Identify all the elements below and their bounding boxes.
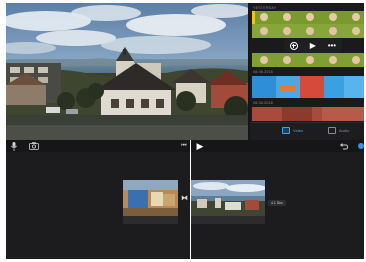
clip-thumbnails <box>252 11 364 24</box>
settings-dot-icon[interactable] <box>358 143 364 149</box>
timeline-clip-2[interactable] <box>191 180 265 216</box>
clip-strip-4[interactable] <box>252 76 364 98</box>
more-button[interactable]: ••• <box>328 41 336 50</box>
section-label-date-1: 08.06.2016 <box>253 70 273 74</box>
undo-icon[interactable] <box>339 140 349 152</box>
section-label-date-2: 08.06.2016 <box>253 101 273 105</box>
clip-strip-3[interactable] <box>252 53 364 67</box>
timeline-clip-1[interactable] <box>123 180 178 216</box>
film-icon <box>282 127 290 134</box>
media-browser: YESTERDAY ▶ ••• 08.06.2016 08.06.2016 Vi… <box>250 3 364 140</box>
skip-back-button[interactable]: ⏮ <box>179 140 189 152</box>
clip-thumbnails <box>252 76 364 98</box>
imovie-window: YESTERDAY ▶ ••• 08.06.2016 08.06.2016 Vi… <box>6 3 364 259</box>
viewer-frame-image <box>6 3 248 140</box>
transition-button[interactable]: ⧓ <box>180 193 189 202</box>
music-icon <box>328 127 336 134</box>
timeline[interactable]: ⧓ 4.1 Sec <box>6 152 364 259</box>
clip-thumbnails <box>252 24 364 38</box>
plus-circle-icon[interactable] <box>289 41 298 50</box>
control-bar: ⏮ ▶ <box>6 140 364 152</box>
playhead[interactable] <box>190 140 191 259</box>
clip-strip-2[interactable] <box>252 24 364 38</box>
video-viewer[interactable] <box>6 3 248 140</box>
clip-strip-5[interactable] <box>252 107 364 121</box>
clip-thumbnails <box>252 53 364 67</box>
section-label-yesterday: YESTERDAY <box>253 6 277 10</box>
tab-video[interactable]: Video <box>282 127 303 134</box>
clip-2-thumbnail <box>191 180 265 216</box>
play-icon[interactable]: ▶ <box>310 41 316 50</box>
clip-thumbnails <box>252 107 364 121</box>
clip-strip-1[interactable] <box>252 11 364 24</box>
tab-audio[interactable]: Audio <box>328 127 349 134</box>
clip-action-toolbar: ▶ ••• <box>284 38 342 53</box>
clip-1-thumbnail <box>123 180 178 216</box>
play-button[interactable]: ▶ <box>194 140 206 152</box>
media-type-tabs: Video Audio <box>250 122 364 140</box>
microphone-icon[interactable] <box>9 140 19 152</box>
tab-video-label: Video <box>293 128 304 133</box>
tab-audio-label: Audio <box>339 128 350 133</box>
camera-icon[interactable] <box>28 140 40 152</box>
clip-1-audio-track <box>123 216 178 224</box>
clip-2-audio-track <box>191 216 265 224</box>
clip-duration-badge: 4.1 Sec <box>268 200 286 206</box>
